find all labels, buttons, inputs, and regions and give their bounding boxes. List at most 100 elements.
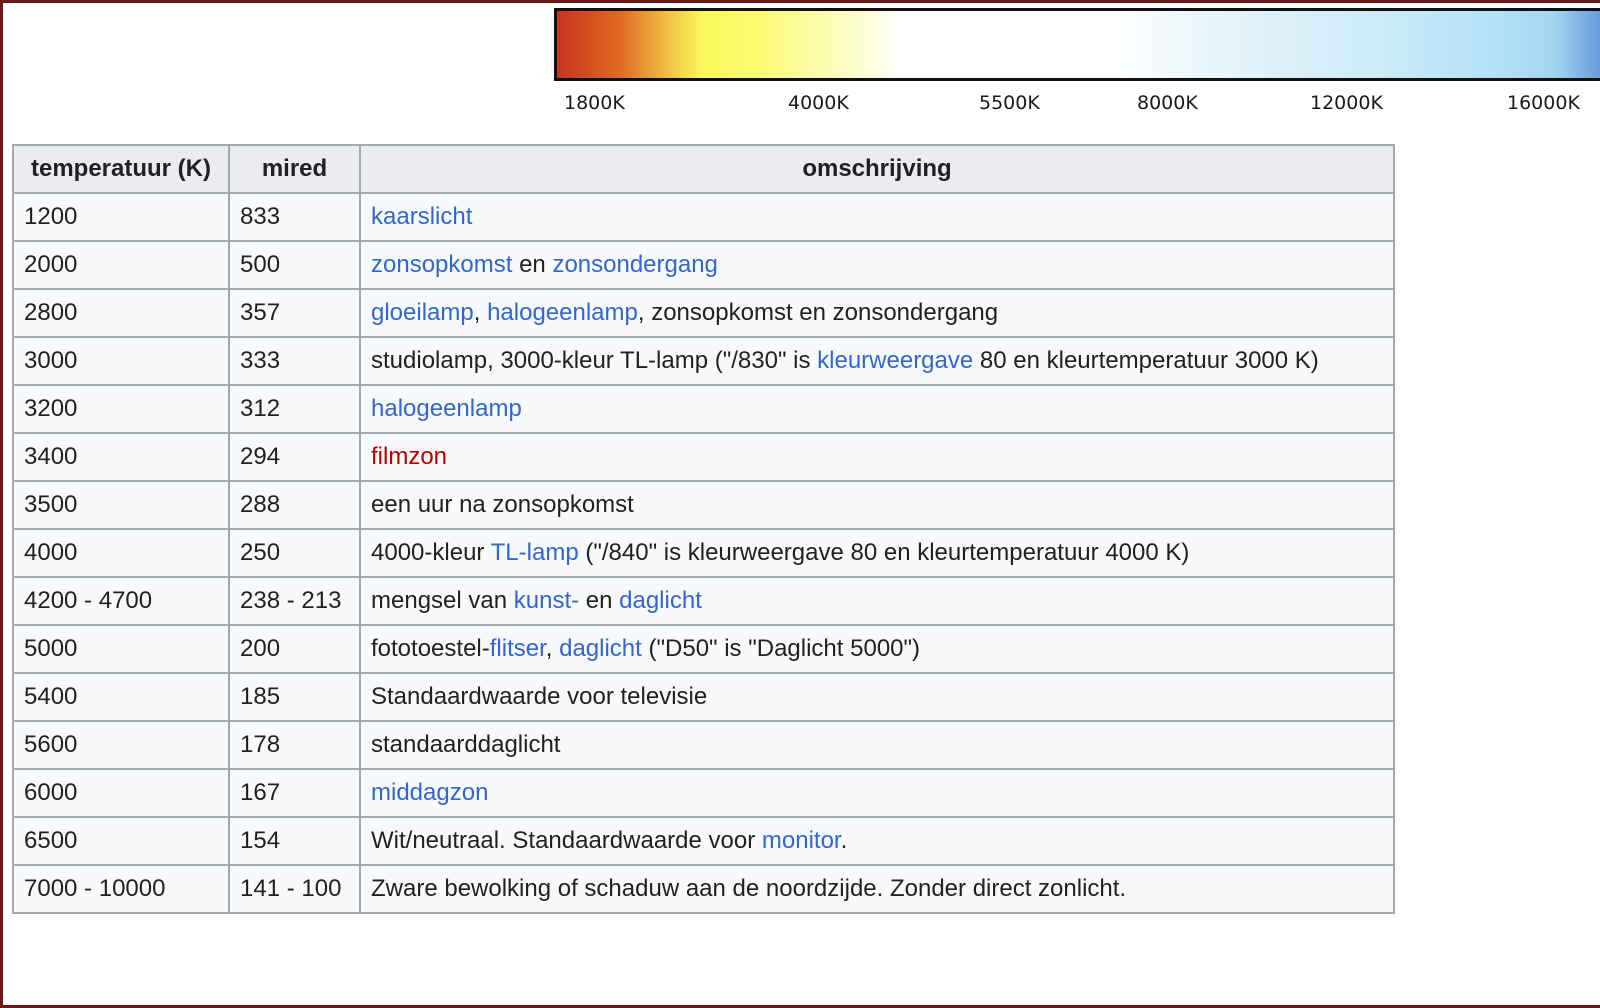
article-link[interactable]: TL-lamp [491,539,579,566]
table-row: 5000 200 fototoestel-flitser, daglicht ("D… [12,624,1395,674]
cell-mired: 312 [228,384,361,434]
description-text: , [473,299,488,326]
description-text: , [545,635,560,662]
description-text: en [512,251,553,278]
cell-mired: 294 [228,432,361,482]
scale-label-1800k: 1800K [564,92,625,114]
cell-description: gloeilamp, halogeenlamp, zonsopkomst en … [359,288,1395,338]
cell-mired: 185 [228,672,361,722]
cell-temperature: 4000 [12,528,230,578]
scale-label-16000k: 16000K [1507,92,1580,114]
cell-description: middagzon [359,768,1395,818]
cell-mired: 250 [228,528,361,578]
color-temperature-gradient [554,8,1600,81]
cell-description: studiolamp, 3000-kleur TL-lamp ("/830" i… [359,336,1395,386]
description-text: 80 en kleurtemperatuur 3000 K) [973,347,1319,374]
cell-mired: 238 - 213 [228,576,361,626]
cell-temperature: 2000 [12,240,230,290]
scale-label-5500k: 5500K [979,92,1040,114]
cell-description: fototoestel-flitser, daglicht ("D50" is … [359,624,1395,674]
cell-description: filmzon [359,432,1395,482]
description-text: , zonsopkomst en zonsondergang [637,299,999,326]
table-row: 4200 - 4700 238 - 213 mengsel van kunst- e… [12,576,1395,626]
table-container: temperatuur (K) mired omschrijving 1200 8… [12,144,1395,914]
cell-mired: 288 [228,480,361,530]
article-link[interactable]: monitor [762,827,841,854]
header-description: omschrijving [359,144,1395,194]
cell-mired: 167 [228,768,361,818]
article-link[interactable]: halogeenlamp [371,395,522,422]
cell-temperature: 4200 - 4700 [12,576,230,626]
cell-description: Standaardwaarde voor televisie [359,672,1395,722]
cell-temperature: 3400 [12,432,230,482]
cell-description: Wit/neutraal. Standaardwaarde voor monit… [359,816,1395,866]
cell-temperature: 5600 [12,720,230,770]
description-text: . [840,827,848,854]
cell-description: halogeenlamp [359,384,1395,434]
cell-mired: 200 [228,624,361,674]
article-link[interactable]: zonsopkomst [371,251,512,278]
cell-description: 4000-kleur TL-lamp ("/840" is kleurweerg… [359,528,1395,578]
description-text: ("/840" is kleurweergave 80 en kleurtemp… [578,539,1190,566]
cell-temperature: 1200 [12,192,230,242]
missing-article-link[interactable]: filmzon [371,443,447,470]
cell-description: zonsopkomst en zonsondergang [359,240,1395,290]
cell-description: kaarslicht [359,192,1395,242]
article-link[interactable]: kaarslicht [371,203,472,230]
cell-mired: 141 - 100 [228,864,361,914]
cell-description: mengsel van kunst- en daglicht [359,576,1395,626]
table-row: 3000 333 studiolamp, 3000-kleur TL-lamp ("… [12,336,1395,386]
table-row: 4000 250 4000-kleur TL-lamp ("/840" is kle… [12,528,1395,578]
table-row: 5400 185 Standaardwaarde voor televisie [12,672,1395,722]
description-text: mengsel van [371,587,514,614]
description-text: standaarddaglicht [371,731,561,758]
description-text: Wit/neutraal. Standaardwaarde voor [371,827,762,854]
article-link[interactable]: middagzon [371,779,488,806]
cell-temperature: 5000 [12,624,230,674]
cell-temperature: 6500 [12,816,230,866]
table-row: 1200 833 kaarslicht [12,192,1395,242]
description-text: 4000-kleur [371,539,491,566]
scale-label-12000k: 12000K [1310,92,1383,114]
cell-mired: 500 [228,240,361,290]
color-temperature-table: temperatuur (K) mired omschrijving 1200 8… [12,144,1395,914]
cell-description: Zware bewolking of schaduw aan de noordz… [359,864,1395,914]
cell-temperature: 2800 [12,288,230,338]
cell-description: standaarddaglicht [359,720,1395,770]
cell-description: een uur na zonsopkomst [359,480,1395,530]
header-temperature: temperatuur (K) [12,144,230,194]
table-row: 2800 357 gloeilamp, halogeenlamp, zonsopko… [12,288,1395,338]
table-row: 6000 167 middagzon [12,768,1395,818]
table-row: 5600 178 standaarddaglicht [12,720,1395,770]
table-row: 3200 312 halogeenlamp [12,384,1395,434]
article-link[interactable]: daglicht [619,587,702,614]
cell-mired: 357 [228,288,361,338]
table-row: 6500 154 Wit/neutraal. Standaardwaarde voo… [12,816,1395,866]
description-text: ("D50" is "Daglicht 5000") [641,635,921,662]
article-link[interactable]: daglicht [559,635,642,662]
article-link[interactable]: halogeenlamp [487,299,638,326]
cell-temperature: 5400 [12,672,230,722]
article-link[interactable]: flitser [490,635,546,662]
description-text: fototoestel- [371,635,490,662]
table-body: 1200 833 kaarslicht 2000 500 zonsopkomst en z… [12,192,1395,914]
cell-temperature: 6000 [12,768,230,818]
article-link[interactable]: zonsondergang [552,251,717,278]
cell-temperature: 3000 [12,336,230,386]
description-text: een uur na zonsopkomst [371,491,634,518]
table-row: 2000 500 zonsopkomst en zonsondergang [12,240,1395,290]
header-mired: mired [228,144,361,194]
cell-mired: 154 [228,816,361,866]
cell-temperature: 7000 - 10000 [12,864,230,914]
article-link[interactable]: gloeilamp [371,299,474,326]
article-link[interactable]: kleurweergave [817,347,973,374]
cell-temperature: 3500 [12,480,230,530]
scale-label-4000k: 4000K [788,92,849,114]
description-text: en [579,587,620,614]
table-row: 7000 - 10000 141 - 100 Zware bewolking of … [12,864,1395,914]
article-link[interactable]: kunst- [514,587,579,614]
page-frame: 1800K 4000K 5500K 8000K 12000K 16000K te… [0,0,1600,1008]
table-row: 3500 288 een uur na zonsopkomst [12,480,1395,530]
description-text: Zware bewolking of schaduw aan de noordz… [371,875,1127,902]
table-header-row: temperatuur (K) mired omschrijving [12,144,1395,194]
